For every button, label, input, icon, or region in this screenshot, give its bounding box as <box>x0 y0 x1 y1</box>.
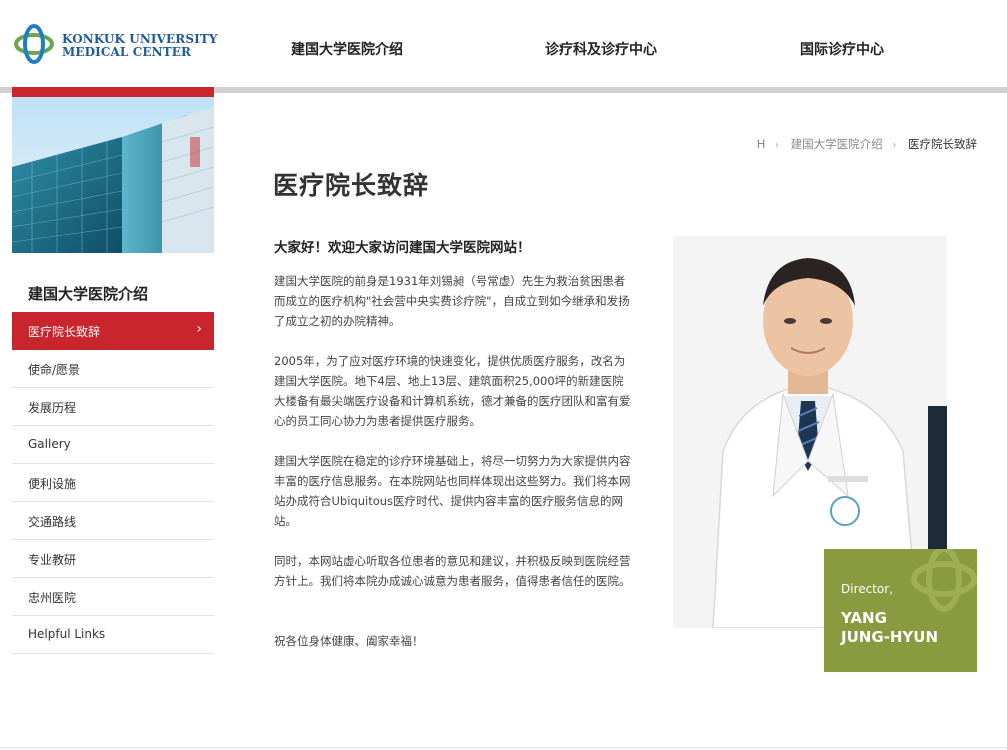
sidebar-accent-bar <box>12 87 214 97</box>
header: KONKUK UNIVERSITY MEDICAL CENTER 建国大学医院介… <box>0 0 1007 87</box>
sidebar-title: 建国大学医院介绍 <box>28 285 149 303</box>
sidebar-item-directions[interactable]: 交通路线 <box>12 502 214 540</box>
sidebar-item-director-greeting[interactable]: 医疗院长致辞 › <box>12 312 214 350</box>
sidebar-item-mission-vision[interactable]: 使命/愿景 <box>12 350 214 388</box>
breadcrumb-separator: › <box>775 140 780 151</box>
footer-divider <box>0 747 1007 748</box>
director-name-line2: JUNG-HYUN <box>841 628 939 646</box>
sidebar-item-facilities[interactable]: 便利设施 <box>12 464 214 502</box>
breadcrumb-home[interactable]: H <box>757 137 766 151</box>
paragraph-5: 祝各位身体健康、阖家幸福！ <box>274 634 424 648</box>
sidebar-item-history[interactable]: 发展历程 <box>12 388 214 426</box>
logo-line2: MEDICAL CENTER <box>62 45 192 59</box>
sidebar-item-chungju-hospital[interactable]: 忠州医院 <box>12 578 214 616</box>
greeting-heading: 大家好！欢迎大家访问建国大学医院网站！ <box>274 240 531 256</box>
director-name-line1: YANG <box>841 609 887 627</box>
breadcrumb-separator: › <box>892 140 897 151</box>
sidebar-item-label: 便利设施 <box>28 477 77 491</box>
nav-departments[interactable]: 诊疗科及诊疗中心 <box>545 39 657 59</box>
sidebar-item-label: 使命/愿景 <box>28 363 81 377</box>
logo-emblem-icon <box>14 24 54 64</box>
sidebar-item-gallery[interactable]: Gallery <box>12 426 214 464</box>
hospital-building-image <box>12 97 214 253</box>
breadcrumb-level1[interactable]: 建国大学医院介绍 <box>791 137 883 151</box>
breadcrumb: H › 建国大学医院介绍 › 医疗院长致辞 <box>755 136 977 152</box>
sidebar-item-label: 医疗院长致辞 <box>28 325 101 339</box>
paragraph-2: 2005年，为了应对医疗环境的快速变化，提供优质医疗服务，改名为建国大学医院。地… <box>274 354 631 428</box>
sidebar-item-label: Helpful Links <box>28 627 106 641</box>
sidebar-item-helpful-links[interactable]: Helpful Links <box>12 616 214 654</box>
paragraph-4: 同时，本网站虚心听取各位患者的意见和建议，并积极反映到医院经营方针上。我们将本院… <box>274 554 631 588</box>
logo-text: KONKUK UNIVERSITY MEDICAL CENTER <box>62 33 218 59</box>
sidebar-item-label: 忠州医院 <box>28 591 77 605</box>
sidebar-item-label: 交通路线 <box>28 515 77 529</box>
director-name: YANG JUNG-HYUN <box>841 609 938 647</box>
director-role: Director, <box>841 582 894 596</box>
sidebar-menu: 医疗院长致辞 › 使命/愿景 发展历程 Gallery 便利设施 交通路线 专业… <box>12 312 214 654</box>
hospital-logo[interactable]: KONKUK UNIVERSITY MEDICAL CENTER <box>12 21 217 67</box>
breadcrumb-current: 医疗院长致辞 <box>908 137 977 151</box>
sidebar-item-label: 发展历程 <box>28 401 77 415</box>
page-title: 医疗院长致辞 <box>273 171 430 200</box>
sidebar-item-label: Gallery <box>28 437 71 451</box>
paragraph-3: 建国大学医院在稳定的诊疗环境基础上，将尽一切努力为大家提供内容丰富的医疗信息服务… <box>274 454 631 528</box>
sidebar-item-label: 专业教研 <box>28 553 77 567</box>
nav-hospital-intro[interactable]: 建国大学医院介绍 <box>291 39 403 59</box>
director-name-card: Director, YANG JUNG-HYUN <box>824 549 977 672</box>
paragraph-1: 建国大学医院的前身是1931年刘锡昶（号常虚）先生为救治贫困患者而成立的医疗机构… <box>274 274 630 328</box>
chevron-right-icon: › <box>196 321 202 337</box>
sidebar-item-research[interactable]: 专业教研 <box>12 540 214 578</box>
nav-international[interactable]: 国际诊疗中心 <box>800 39 884 59</box>
